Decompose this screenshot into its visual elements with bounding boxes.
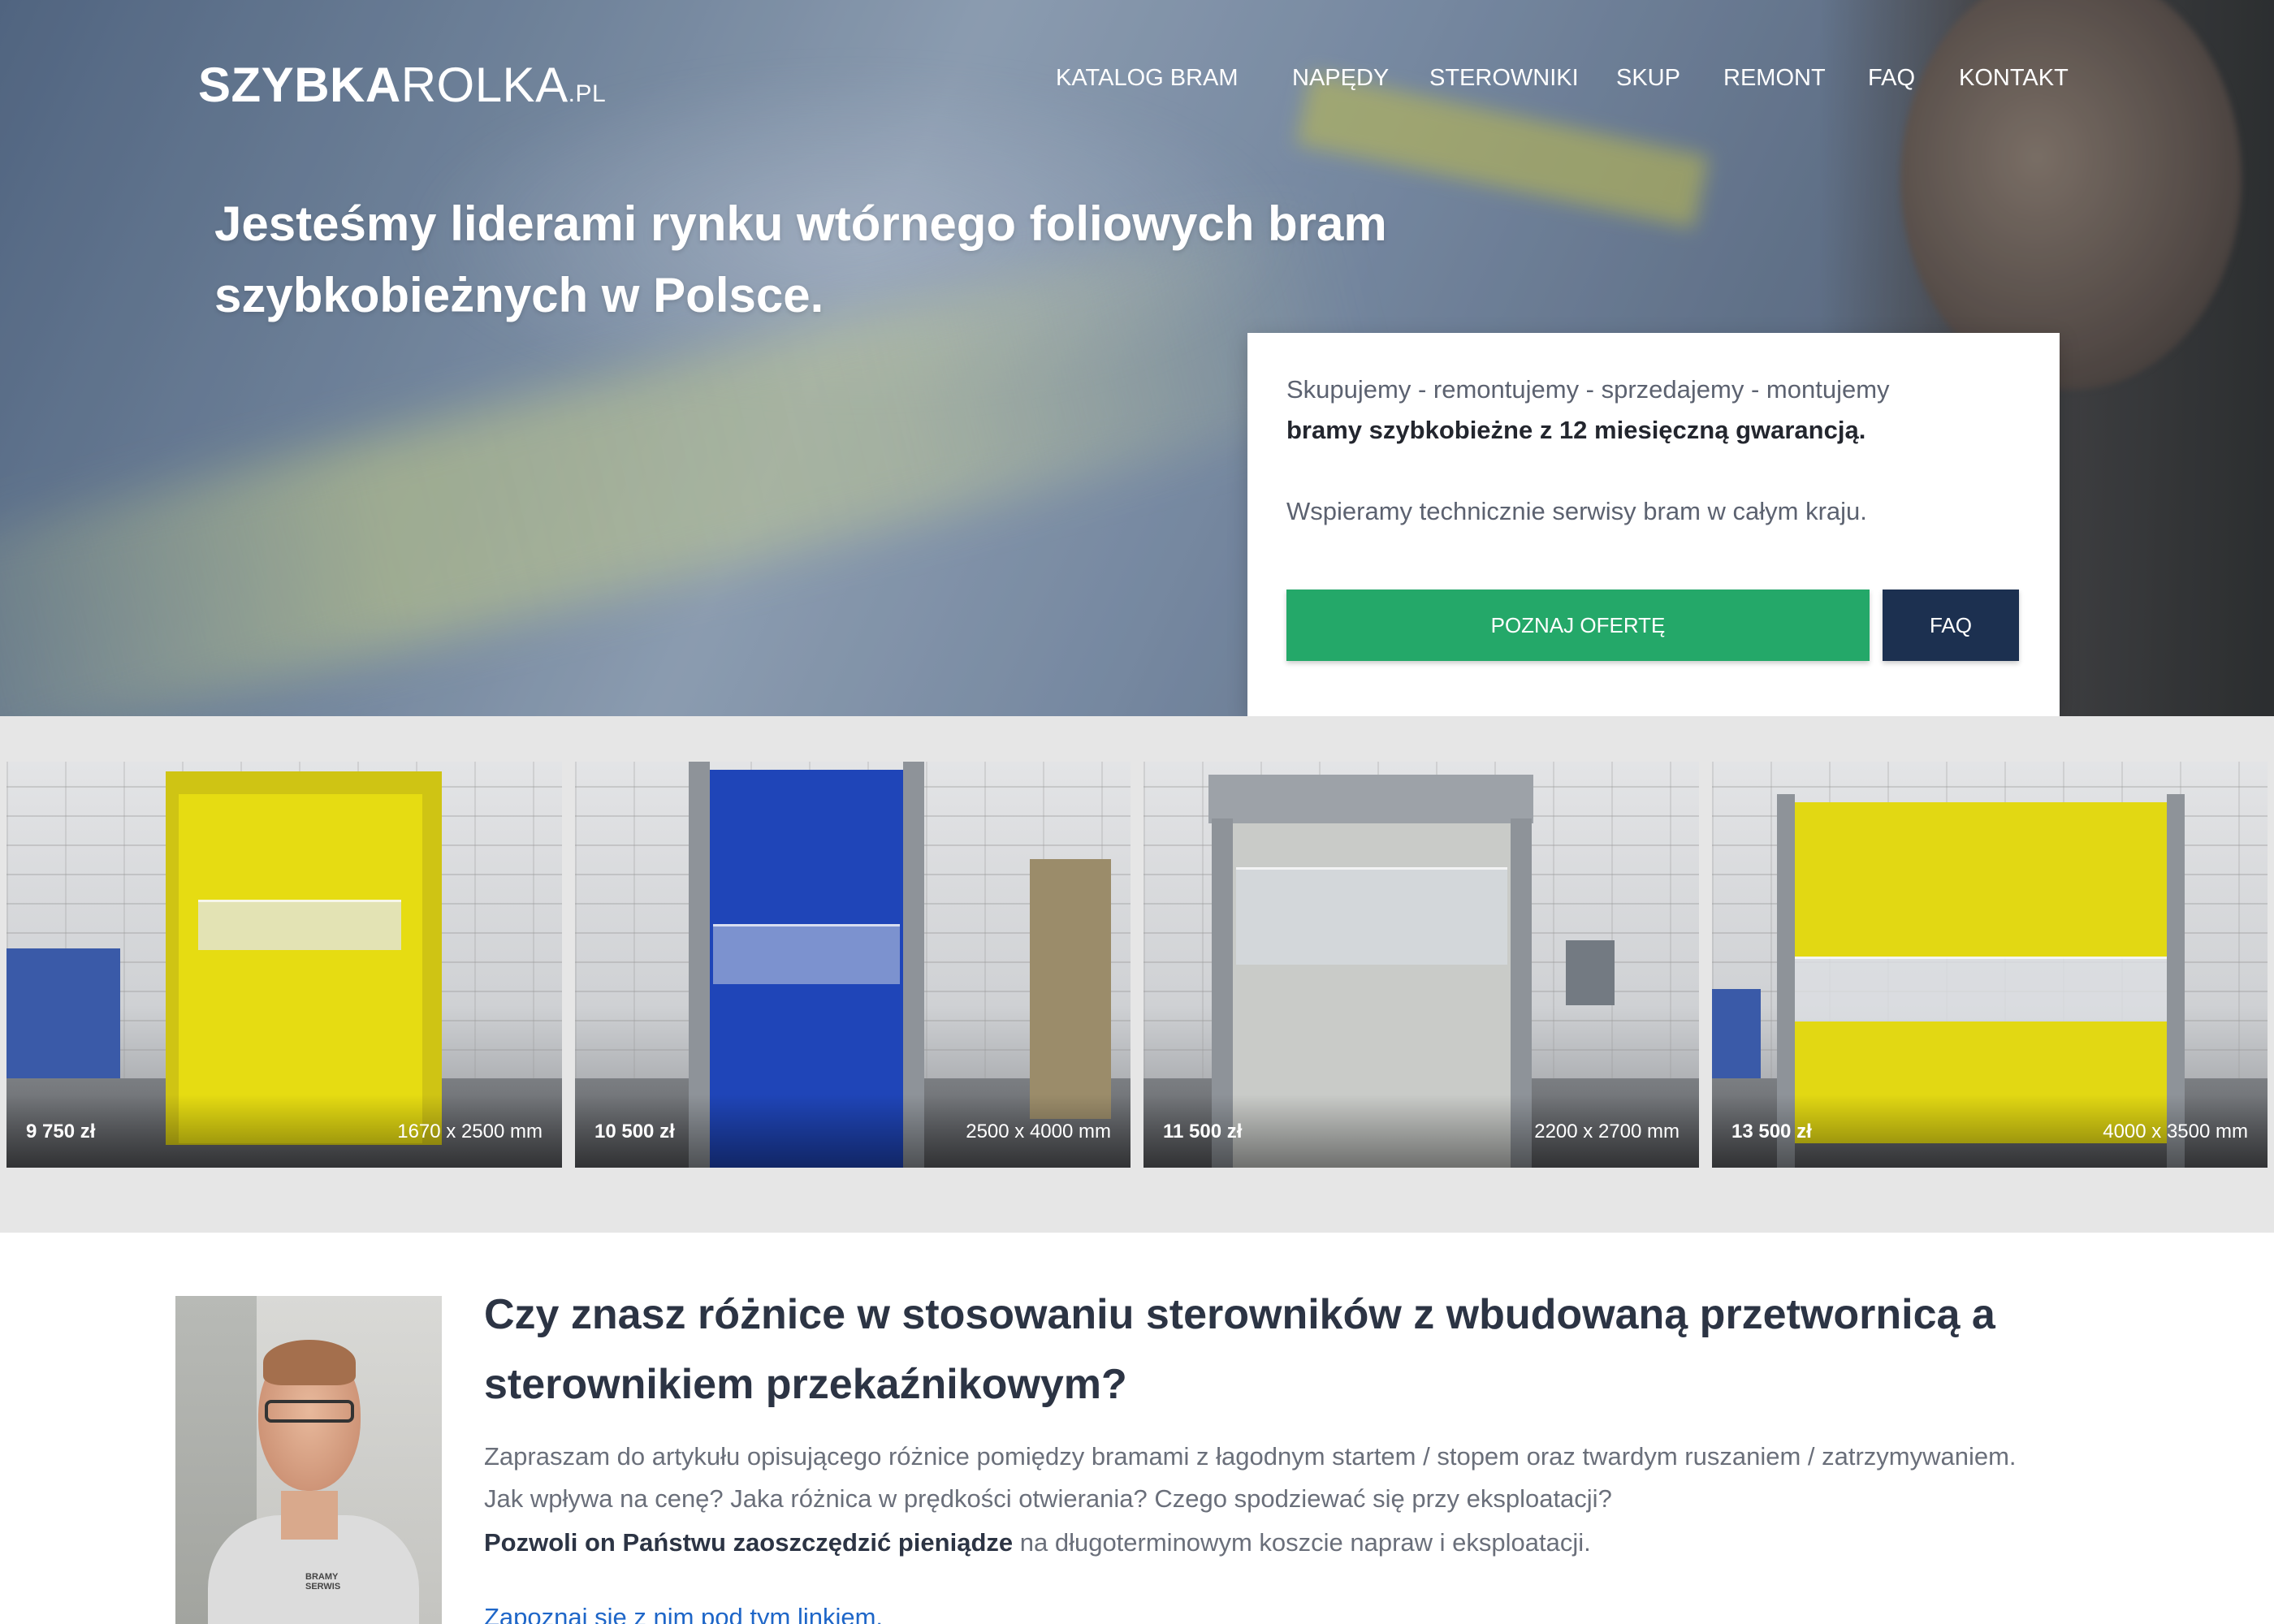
photo-hair bbox=[263, 1340, 356, 1385]
poznaj-oferte-button[interactable]: POZNAJ OFERTĘ bbox=[1286, 590, 1870, 661]
nav-item-remont[interactable]: REMONT bbox=[1723, 65, 1826, 92]
gallery-dimensions: 2200 x 2700 mm bbox=[1534, 1121, 1680, 1142]
hero-title-line1: Jesteśmy liderami rynku wtórnego foliowy… bbox=[214, 197, 1387, 251]
shirt-logo: BRAMY SERWIS bbox=[305, 1572, 341, 1592]
logo-tld: .PL bbox=[568, 80, 607, 107]
gallery-section: 9 750 zł 1670 x 2500 mm 10 500 zł 2500 x… bbox=[0, 716, 2274, 1233]
photo-shelf bbox=[1030, 859, 1111, 1119]
article-savings: Pozwoli on Państwu zaoszczędzić pieniądz… bbox=[484, 1522, 2157, 1564]
nav-item-sterowniki[interactable]: STEROWNIKI bbox=[1429, 65, 1579, 92]
nav-item-katalog-bram[interactable]: KATALOG BRAM bbox=[1056, 65, 1239, 92]
article-title: Czy znasz różnice w stosowaniu sterownik… bbox=[484, 1280, 2108, 1419]
offer-card: Skupujemy - remontujemy - sprzedajemy - … bbox=[1247, 333, 2060, 716]
photo-control-box bbox=[1566, 940, 1615, 1005]
photo-door-window bbox=[1795, 957, 2167, 1021]
article-intro-line2: Jak wpływa na cenę? Jaka różnica w prędk… bbox=[484, 1484, 1612, 1513]
gallery-item[interactable]: 10 500 zł 2500 x 4000 mm bbox=[575, 762, 1131, 1168]
offer-card-text-1: Skupujemy - remontujemy - sprzedajemy - … bbox=[1286, 375, 1890, 404]
nav-item-kontakt[interactable]: KONTAKT bbox=[1959, 65, 2069, 92]
site-logo[interactable]: SZYBKAROLKA.PL bbox=[198, 57, 606, 113]
nav-item-napedy[interactable]: NAPĘDY bbox=[1292, 65, 1389, 92]
photo-door bbox=[179, 794, 422, 1143]
article-link[interactable]: Zapoznaj się z nim pod tym linkiem. bbox=[484, 1603, 883, 1624]
photo-door-window bbox=[713, 924, 900, 984]
photo-door-window bbox=[198, 900, 401, 950]
nav-item-faq[interactable]: FAQ bbox=[1868, 65, 1915, 92]
logo-bold-part: SZYBKA bbox=[198, 58, 401, 112]
gallery-price: 11 500 zł bbox=[1163, 1121, 1243, 1142]
article-title-line1: Czy znasz różnice w stosowaniu sterownik… bbox=[484, 1291, 1995, 1338]
hero-title: Jesteśmy liderami rynku wtórnego foliowy… bbox=[214, 188, 1449, 331]
article-intro: Zapraszam do artykułu opisującego różnic… bbox=[484, 1436, 2157, 1520]
gallery-dimensions: 4000 x 3500 mm bbox=[2103, 1121, 2248, 1142]
faq-button[interactable]: FAQ bbox=[1883, 590, 2019, 661]
photo-door bbox=[1795, 802, 2167, 957]
nav-item-skup[interactable]: SKUP bbox=[1616, 65, 1680, 92]
gallery-item[interactable]: 13 500 zł 4000 x 3500 mm bbox=[1712, 762, 2268, 1168]
main-nav: KATALOG BRAM NAPĘDY STEROWNIKI SKUP REMO… bbox=[1056, 65, 2079, 97]
gallery-item[interactable]: 11 500 zł 2200 x 2700 mm bbox=[1143, 762, 1699, 1168]
gallery-price: 13 500 zł bbox=[1731, 1121, 1812, 1142]
gallery-dimensions: 1670 x 2500 mm bbox=[397, 1121, 543, 1142]
gallery-price: 10 500 zł bbox=[594, 1121, 675, 1142]
photo-neck bbox=[281, 1491, 338, 1540]
photo-door-window bbox=[1236, 867, 1507, 965]
article-savings-bold: Pozwoli on Państwu zaoszczędzić pieniądz… bbox=[484, 1528, 1014, 1557]
author-photo: BRAMY SERWIS bbox=[175, 1296, 442, 1624]
article-section: BRAMY SERWIS Czy znasz różnice w stosowa… bbox=[0, 1233, 2274, 1624]
offer-card-text-2: bramy szybkobieżne z 12 miesięczną gwara… bbox=[1286, 416, 1866, 444]
article-title-line2: sterownikiem przekaźnikowym? bbox=[484, 1361, 1127, 1408]
hero-title-line2: szybkobieżnych w Polsce. bbox=[214, 268, 824, 322]
logo-regular-part: ROLKA bbox=[400, 58, 568, 112]
article-savings-rest: na długoterminowym koszcie napraw i eksp… bbox=[1013, 1528, 1591, 1557]
gallery-item[interactable]: 9 750 zł 1670 x 2500 mm bbox=[6, 762, 562, 1168]
photo-door-frame bbox=[1208, 775, 1533, 823]
article-intro-line1: Zapraszam do artykułu opisującego różnic… bbox=[484, 1442, 2017, 1471]
gallery-dimensions: 2500 x 4000 mm bbox=[966, 1121, 1111, 1142]
hero-section: SZYBKAROLKA.PL KATALOG BRAM NAPĘDY STERO… bbox=[0, 0, 2274, 716]
offer-card-text-3: Wspieramy technicznie serwisy bram w cał… bbox=[1286, 497, 1867, 525]
gallery-price: 9 750 zł bbox=[26, 1121, 96, 1142]
photo-glasses bbox=[265, 1400, 354, 1423]
